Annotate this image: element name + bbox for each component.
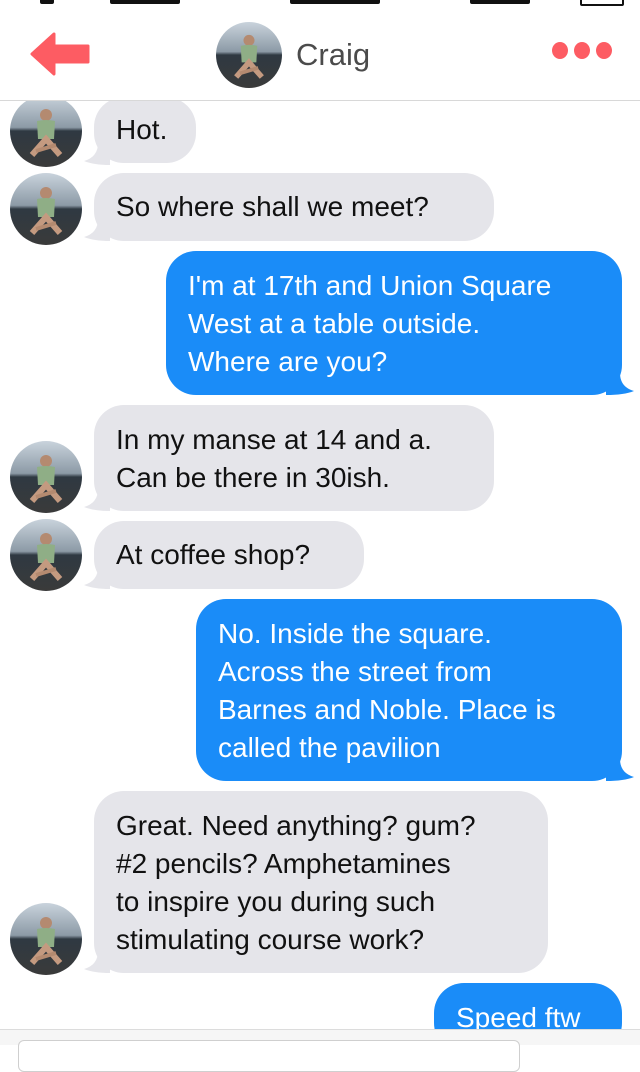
message-line: Barnes and Noble. Place is [218, 694, 556, 725]
avatar[interactable] [10, 101, 82, 167]
message-line: West at a table outside. [188, 308, 481, 339]
message-bubble[interactable]: Speed ftw [434, 983, 622, 1029]
back-arrow-icon [30, 32, 90, 76]
bubble-tail [84, 143, 110, 165]
avatar[interactable] [10, 903, 82, 975]
message-line: No. Inside the square. [218, 618, 492, 649]
message-bubble[interactable]: So where shall we meet? [94, 173, 494, 241]
message-line: stimulating course work? [116, 924, 425, 955]
message-line: Where are you? [188, 346, 388, 377]
message-input[interactable] [18, 1040, 520, 1072]
back-button[interactable] [28, 32, 92, 76]
message-line: So where shall we meet? [116, 191, 429, 222]
message-list[interactable]: Hot. So where shall we meet? I'm at 17th… [0, 101, 640, 1029]
bubble-tail [606, 759, 634, 781]
message-line: #2 pencils? Amphetamines [116, 848, 451, 879]
bubble-tail [606, 373, 634, 395]
chat-header: Craig [0, 8, 640, 101]
avatar[interactable] [10, 519, 82, 591]
message-line: to inspire you during such [116, 886, 436, 917]
message-line: I'm at 17th and Union Square [188, 270, 552, 301]
bubble-tail [84, 489, 110, 511]
more-options-button[interactable] [552, 42, 612, 66]
bubble-tail [84, 219, 110, 241]
message-line: Can be there in 30ish. [116, 462, 390, 493]
message-line: called the pavilion [218, 732, 441, 763]
contact-profile-button[interactable]: Craig [216, 22, 370, 88]
status-bar [0, 0, 640, 8]
message-bubble[interactable]: Great. Need anything? gum? #2 pencils? A… [94, 791, 548, 973]
avatar[interactable] [10, 441, 82, 513]
message-bubble[interactable]: No. Inside the square. Across the street… [196, 599, 622, 781]
message-line: Great. Need anything? gum? [116, 810, 476, 841]
more-dot [574, 42, 590, 59]
message-bubble[interactable]: I'm at 17th and Union Square West at a t… [166, 251, 622, 395]
more-dots-icon [552, 42, 568, 59]
message-line: In my manse at 14 and a. [116, 424, 432, 455]
message-line: Across the street from [218, 656, 492, 687]
contact-name: Craig [296, 37, 371, 72]
bubble-tail [84, 951, 110, 973]
message-line: Hot. [116, 114, 168, 145]
avatar[interactable] [10, 173, 82, 245]
message-bubble[interactable]: At coffee shop? [94, 521, 364, 589]
message-line: Speed ftw [456, 1002, 581, 1029]
message-composer [0, 1029, 640, 1072]
message-line: At coffee shop? [116, 539, 311, 570]
avatar [216, 22, 282, 88]
more-dot [596, 42, 612, 59]
message-bubble[interactable]: In my manse at 14 and a. Can be there in… [94, 405, 494, 511]
bubble-tail [84, 567, 110, 589]
